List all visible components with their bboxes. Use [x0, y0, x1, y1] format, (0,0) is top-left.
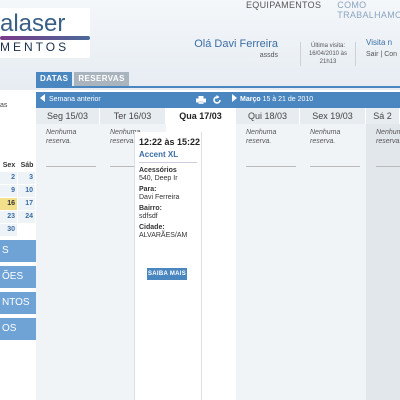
- user-links-row: Sair | Con: [366, 51, 400, 58]
- acessorios-label: Acessórios: [139, 167, 177, 174]
- previous-week-link[interactable]: Semana anterior: [40, 92, 101, 108]
- day-header: Qui 18/03: [236, 108, 300, 124]
- top-navigation: EQUIPAMENTOS COMO TRABALHAMOS: [246, 0, 400, 20]
- saiba-mais-button[interactable]: SAIBA MAIS: [147, 268, 187, 280]
- weekday-header-sat: Sáb: [20, 162, 34, 169]
- link-separator: |: [380, 51, 383, 58]
- divider: [246, 166, 296, 167]
- day-header: Sá 2: [366, 108, 400, 124]
- sidebar-partial-text: as: [0, 102, 8, 109]
- sidebar-menu-button-4[interactable]: OS: [0, 318, 36, 340]
- week-month: Março: [240, 96, 261, 103]
- previous-week-label: Semana anterior: [49, 96, 101, 103]
- week-days: Seg 15/03 Nenhuma reserva. Ter 16/03 Nen…: [36, 108, 400, 400]
- day-header: Seg 15/03: [36, 108, 100, 124]
- reservation-card: 12:22 às 15:22 Accent XL Acessórios 540,…: [134, 132, 202, 400]
- no-reservation-text: Nenhuma reserva.: [310, 129, 341, 145]
- calendar-day[interactable]: 2: [0, 172, 17, 184]
- day-column-fri[interactable]: Sex 19/03 Nenhuma reserva.: [300, 108, 366, 400]
- last-visit: Última visita: 16/04/2010 às 21h13: [300, 42, 356, 66]
- nav-equipamentos[interactable]: EQUIPAMENTOS: [246, 0, 321, 12]
- last-visit-label: Última visita:: [310, 43, 345, 49]
- calendar-week-row: 23 24: [0, 211, 36, 223]
- calendar-day[interactable]: 30: [0, 224, 17, 236]
- last-visit-time: 21h13: [319, 59, 337, 65]
- para-value: Davi Ferreira: [139, 194, 180, 201]
- week-range-text: 15 à 21 de 2010: [260, 96, 314, 103]
- calendar-day[interactable]: 17: [18, 198, 35, 210]
- header: alaser MENTOS EQUIPAMENTOS COMO TRABALHA…: [0, 0, 400, 90]
- day-column-sat[interactable]: Sá 2 Nenhuma reserva.: [366, 108, 400, 400]
- bairro-value: sdfsdf: [139, 213, 158, 220]
- greeting-name: Olá Davi Ferreira: [194, 38, 278, 50]
- visit-link[interactable]: Visita n: [366, 38, 400, 47]
- no-reservation-text: Nenhuma reserva.: [246, 129, 277, 145]
- calendar-day-empty: [18, 224, 35, 236]
- view-tabs: DATAS RESERVAS: [36, 72, 129, 86]
- user-greeting: Olá Davi Ferreira assds: [190, 38, 278, 59]
- divider: [376, 166, 400, 167]
- divider: [310, 166, 360, 167]
- cidade-value: ALVARÃES/AM: [139, 232, 188, 239]
- no-reservation-text: Nenhuma reserva.: [46, 129, 77, 145]
- sidebar-menu-button-3[interactable]: NTOS: [0, 292, 36, 314]
- tab-datas[interactable]: DATAS: [36, 72, 73, 86]
- left-arrow-icon: [40, 94, 45, 102]
- calendar-week-row: 9 10: [0, 185, 36, 197]
- refresh-icon[interactable]: [212, 95, 222, 105]
- logout-link[interactable]: Sair: [366, 51, 378, 58]
- logo-main-text: alaser: [0, 10, 66, 37]
- printer-icon[interactable]: [196, 96, 206, 104]
- left-sidebar: as Sex Sáb 2 3 9 10 16 17 23 24 30 S ÕES…: [0, 90, 36, 400]
- sidebar-menu-button-1[interactable]: S: [0, 240, 36, 262]
- divider: [46, 166, 96, 167]
- week-navigation-bar: Semana anterior Março 15 à 21 de 2010: [36, 92, 400, 108]
- reservation-time: 12:22 às 15:22: [139, 137, 201, 147]
- calendar-day[interactable]: 10: [18, 185, 35, 197]
- week-range: Março 15 à 21 de 2010: [232, 92, 313, 108]
- para-label: Para:: [139, 186, 157, 193]
- calendar-week-row: 2 3: [0, 172, 36, 184]
- nav-como-trabalhamos[interactable]: COMO TRABALHAMOS: [337, 0, 400, 20]
- day-column-mon[interactable]: Seg 15/03 Nenhuma reserva.: [36, 108, 100, 400]
- tab-reservas[interactable]: RESERVAS: [74, 72, 129, 86]
- calendar-day[interactable]: 3: [18, 172, 35, 184]
- no-reservation-text: Nenhuma reserva.: [376, 129, 400, 145]
- reservation-title[interactable]: Accent XL: [135, 147, 201, 159]
- calendar-day[interactable]: 23: [0, 211, 17, 223]
- logo[interactable]: alaser MENTOS: [0, 8, 90, 58]
- calendar-day[interactable]: 9: [0, 185, 17, 197]
- day-header: Ter 16/03: [100, 108, 166, 124]
- account-link[interactable]: Con: [384, 51, 397, 58]
- calendar-week-row: 16 17: [0, 198, 36, 210]
- weekday-header-fri: Sex: [2, 162, 16, 169]
- mini-calendar: Sex Sáb 2 3 9 10 16 17 23 24 30: [0, 160, 36, 236]
- calendar-week-row: 30: [0, 224, 36, 236]
- user-links: Visita n Sair | Con: [366, 38, 400, 58]
- bairro-label: Bairro:: [139, 205, 162, 212]
- mini-calendar-header: Sex Sáb: [0, 160, 36, 171]
- tab-underline: [36, 86, 400, 88]
- sidebar-menu-button-2[interactable]: ÕES: [0, 266, 36, 288]
- day-header: Qua 17/03: [166, 108, 236, 124]
- logo-sub-text: MENTOS: [0, 40, 70, 54]
- day-column-thu[interactable]: Qui 18/03 Nenhuma reserva.: [236, 108, 300, 400]
- greeting-username: assds: [259, 52, 278, 59]
- last-visit-date: 16/04/2010 às: [308, 51, 348, 57]
- acessorios-value: 540, Deep Ir: [139, 175, 178, 182]
- calendar-day-today[interactable]: 16: [0, 198, 17, 210]
- day-header: Sex 19/03: [300, 108, 366, 124]
- cidade-label: Cidade:: [139, 224, 165, 231]
- calendar-day[interactable]: 24: [18, 211, 35, 223]
- right-arrow-icon: [232, 94, 237, 102]
